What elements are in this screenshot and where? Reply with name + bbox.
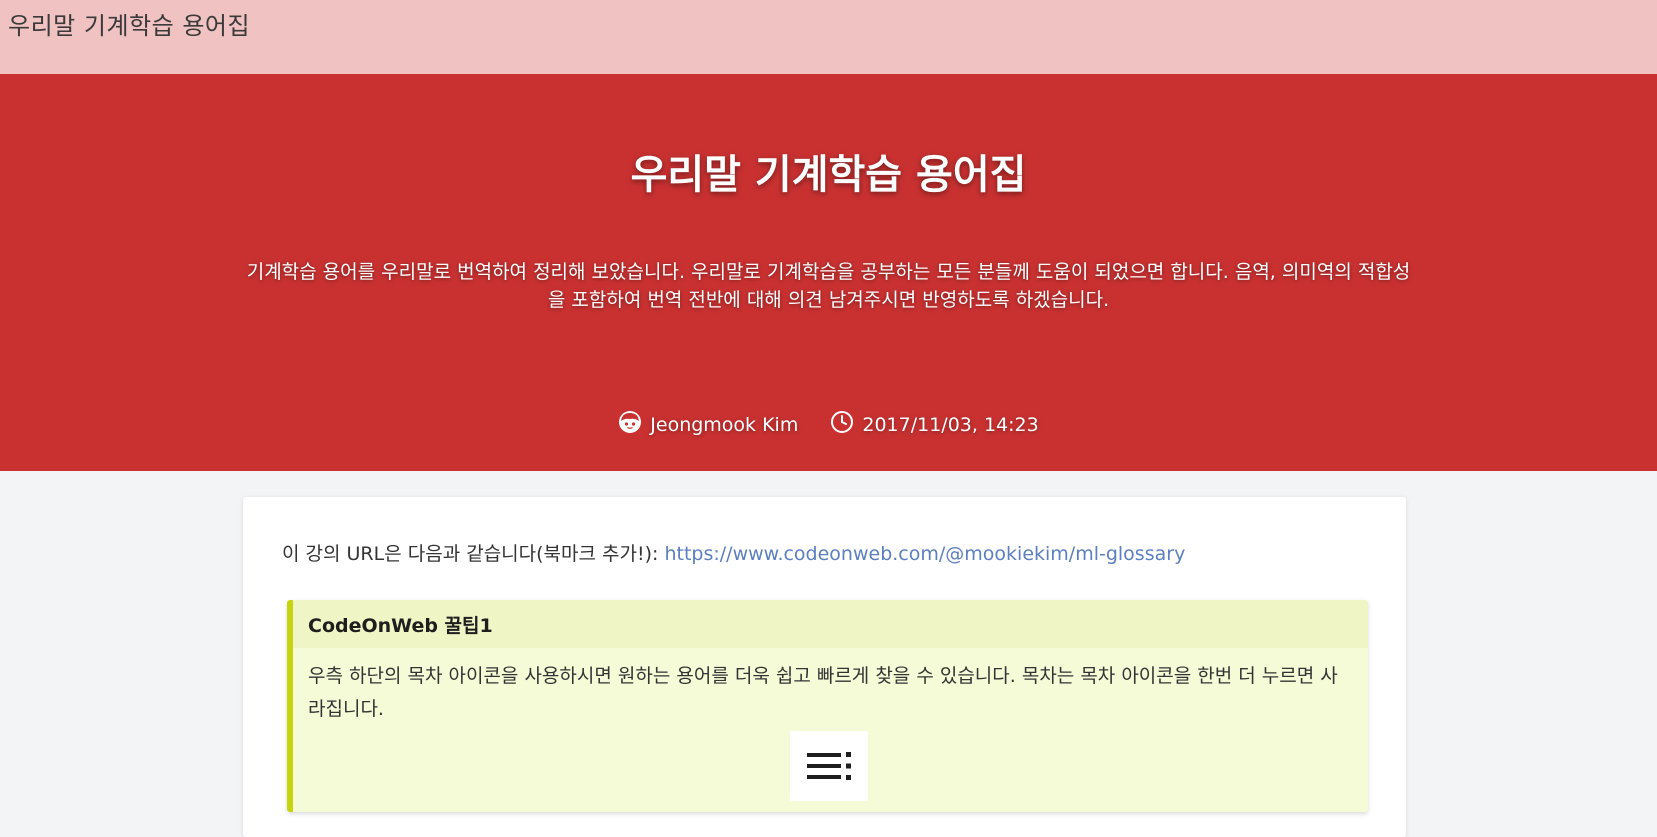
author-info[interactable]: Jeongmook Kim (618, 410, 798, 439)
lecture-url-line: 이 강의 URL은 다음과 같습니다(북마크 추가!): https://www… (282, 539, 1185, 566)
content-card: 이 강의 URL은 다음과 같습니다(북마크 추가!): https://www… (243, 497, 1406, 837)
page-title: 우리말 기계학습 용어집 (630, 152, 1027, 198)
page-description: 기계학습 용어를 우리말로 번역하여 정리해 보았습니다. 우리말로 기계학습을… (246, 261, 1411, 311)
top-navbar: 우리말 기계학습 용어집 (0, 0, 1657, 74)
toc-icon (790, 731, 868, 801)
tip-callout: CodeOnWeb 꿀팁1 우측 하단의 목차 아이콘을 사용하시면 원하는 용… (287, 600, 1368, 812)
site-title-link[interactable]: 우리말 기계학습 용어집 (8, 6, 250, 41)
avatar-icon (618, 410, 650, 439)
author-name: Jeongmook Kim (650, 413, 799, 436)
tip-body: 우측 하단의 목차 아이콘을 사용하시면 원하는 용어를 더욱 쉽고 빠르게 찾… (308, 665, 1338, 720)
url-prefix-text: 이 강의 URL은 다음과 같습니다(북마크 추가!): (282, 543, 665, 565)
lecture-url-link[interactable]: https://www.codeonweb.com/@mookiekim/ml-… (664, 543, 1185, 565)
post-datetime: 2017/11/03, 14:23 (862, 413, 1039, 436)
post-date: 2017/11/03, 14:23 (830, 410, 1039, 439)
clock-icon (830, 410, 862, 439)
post-meta: Jeongmook Kim 2017/11/03, 14:23 (0, 410, 1657, 439)
tip-title: CodeOnWeb 꿀팁1 (293, 600, 1368, 648)
hero-banner: 우리말 기계학습 용어집 기계학습 용어를 우리말로 번역하여 정리해 보았습니… (0, 74, 1657, 471)
